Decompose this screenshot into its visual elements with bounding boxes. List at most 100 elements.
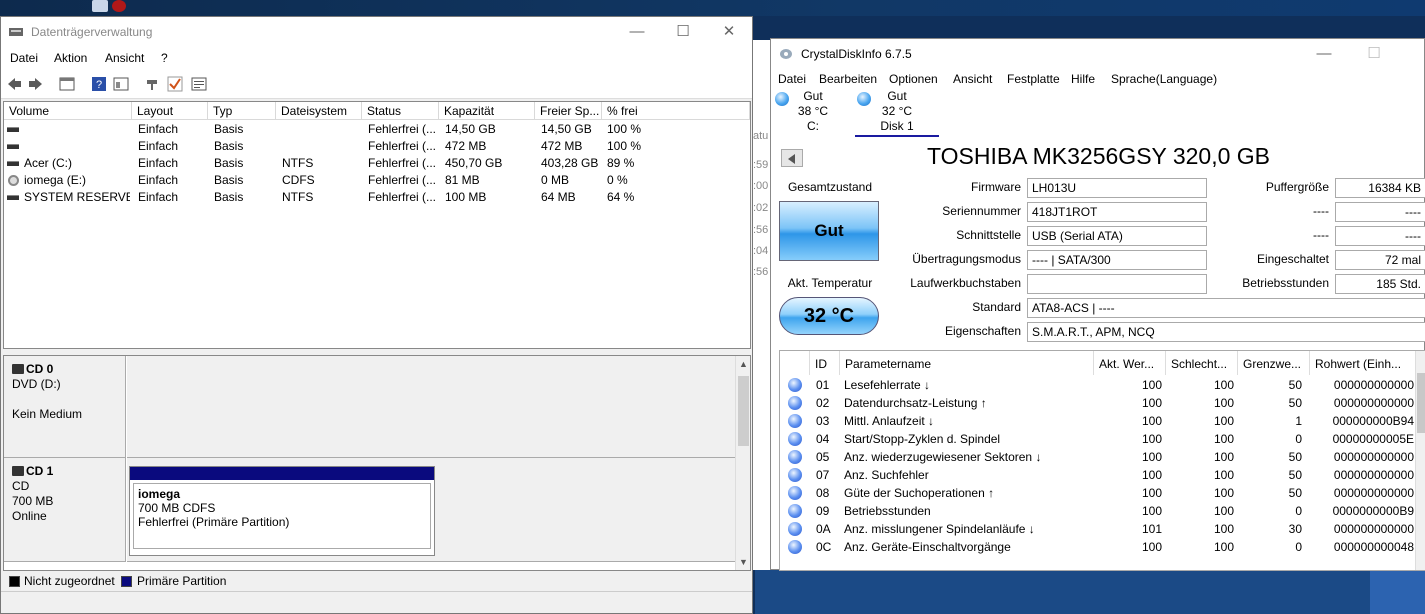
back-arrow-icon[interactable] bbox=[6, 76, 22, 92]
volume-cell-layout: Einfach bbox=[138, 190, 179, 204]
smart-header-id[interactable]: ID bbox=[810, 351, 840, 375]
volume-cell-frei: 64 MB bbox=[541, 190, 576, 204]
volume-cell-fs bbox=[282, 121, 362, 138]
previous-disk-arrow-icon[interactable] bbox=[781, 149, 803, 167]
smart-status-dot-icon bbox=[788, 540, 802, 554]
minimize-button[interactable]: — bbox=[1301, 39, 1347, 69]
scrollbar-thumb[interactable] bbox=[738, 376, 749, 446]
scroll-up-arrow-icon[interactable]: ▲ bbox=[736, 356, 751, 372]
volume-row[interactable]: Einfach Basis Fehlerfrei (... 14,50 GB 14,50… bbox=[4, 121, 750, 138]
smart-cell-akt: 100 bbox=[1141, 540, 1162, 554]
column-header-kapazitaet[interactable]: Kapazität bbox=[439, 102, 535, 120]
drive-icon bbox=[7, 161, 19, 166]
desktop-shortcut-icon[interactable] bbox=[92, 0, 108, 12]
details-icon[interactable] bbox=[191, 76, 207, 92]
maximize-button[interactable]: ☐ bbox=[1351, 39, 1397, 69]
column-header-prozent-frei[interactable]: % frei bbox=[602, 102, 750, 120]
partition-iomega[interactable]: iomega 700 MB CDFS Fehlerfrei (Primäre P… bbox=[129, 466, 435, 556]
smart-row[interactable]: 09 Betriebsstunden 100 100 0 0000000000B9 bbox=[780, 502, 1420, 520]
volume-row[interactable]: iomega (E:) Einfach Basis CDFS Fehlerfrei (.… bbox=[4, 172, 750, 189]
forward-arrow-icon[interactable] bbox=[28, 76, 44, 92]
title-bar[interactable]: Datenträgerverwaltung — ☐ ✕ bbox=[1, 17, 752, 47]
smart-header-worst[interactable]: Schlecht... bbox=[1166, 351, 1238, 375]
smart-cell-id: 08 bbox=[816, 486, 830, 500]
column-header-volume[interactable]: Volume bbox=[4, 102, 132, 120]
volume-cell-frei: 403,28 GB bbox=[541, 156, 599, 170]
title-bar[interactable]: CrystalDiskInfo 6.7.5 — ☐ bbox=[771, 39, 1424, 69]
column-header-status[interactable]: Status bbox=[362, 102, 439, 120]
smart-row[interactable]: 08 Güte der Suchoperationen ↑ 100 100 50 0000… bbox=[780, 484, 1420, 502]
volume-cell-layout: Einfach bbox=[138, 173, 179, 187]
scroll-down-arrow-icon[interactable]: ▼ bbox=[736, 554, 751, 570]
volume-row[interactable]: Einfach Basis Fehlerfrei (... 472 MB 472 MB 1… bbox=[4, 138, 750, 155]
scrollbar-thumb[interactable] bbox=[1417, 373, 1425, 433]
minimize-button[interactable]: — bbox=[614, 17, 660, 47]
volume-cell-layout: Einfach bbox=[138, 122, 179, 136]
column-header-freier-speicher[interactable]: Freier Sp... bbox=[535, 102, 602, 120]
smart-row[interactable]: 02 Datendurchsatz-Leistung ↑ 100 100 50 00000… bbox=[780, 394, 1420, 412]
disk-selector-c[interactable]: Gut 38 °C C: bbox=[771, 89, 855, 137]
smart-row[interactable]: 0C Anz. Geräte-Einschaltvorgänge 100 100 0 00… bbox=[780, 538, 1420, 556]
volume-cell-volume bbox=[24, 138, 130, 155]
connect-icon[interactable] bbox=[145, 76, 161, 92]
fragment-text: :56 bbox=[753, 224, 769, 236]
smart-row[interactable]: 05 Anz. wiederzugewiesener Sektoren ↓ 100 1… bbox=[780, 448, 1420, 466]
smart-cell-name: Anz. Geräte-Einschaltvorgänge bbox=[844, 540, 1011, 554]
health-status-badge[interactable]: Gut bbox=[779, 201, 879, 261]
smart-row[interactable]: 03 Mittl. Anlaufzeit ↓ 100 100 1 000000000B94 bbox=[780, 412, 1420, 430]
smart-cell-schlecht: 100 bbox=[1213, 450, 1234, 464]
volume-cell-frei: 472 MB bbox=[541, 139, 583, 153]
health-status-dot-icon bbox=[775, 92, 789, 106]
menu-ansicht[interactable]: Ansicht bbox=[105, 51, 144, 65]
temperature-label: Akt. Temperatur bbox=[787, 276, 873, 290]
field-label-eingeschaltet: Eingeschaltet bbox=[1256, 252, 1329, 266]
smart-cell-akt: 100 bbox=[1141, 504, 1162, 518]
help-icon[interactable]: ? bbox=[91, 76, 107, 92]
smart-cell-grenz: 50 bbox=[1288, 468, 1302, 482]
check-icon[interactable] bbox=[167, 76, 183, 92]
smart-header-threshold[interactable]: Grenzwe... bbox=[1238, 351, 1310, 375]
menu-optionen[interactable]: Optionen bbox=[889, 72, 938, 86]
properties-icon[interactable] bbox=[59, 76, 75, 92]
desktop-shortcut-red-icon[interactable] bbox=[112, 0, 126, 12]
column-header-typ[interactable]: Typ bbox=[208, 102, 276, 120]
smart-cell-akt: 101 bbox=[1141, 522, 1162, 536]
volume-list[interactable]: Volume Layout Typ Dateisystem Status Kap… bbox=[3, 101, 751, 349]
smart-row[interactable]: 01 Lesefehlerrate ↓ 100 100 50 000000000000 bbox=[780, 376, 1420, 394]
smart-cell-roh: 000000000000 bbox=[1333, 486, 1414, 500]
menu-aktion[interactable]: Aktion bbox=[54, 51, 87, 65]
disk-management-app-icon bbox=[9, 28, 23, 36]
disk-info-cd1[interactable]: CD 1 CD 700 MB Online bbox=[4, 458, 126, 562]
disk-info-cd0[interactable]: CD 0 DVD (D:) Kein Medium bbox=[4, 356, 126, 458]
menu-bearbeiten[interactable]: Bearbeiten bbox=[819, 72, 877, 86]
volume-row[interactable]: Acer (C:) Einfach Basis NTFS Fehlerfrei (...… bbox=[4, 155, 750, 172]
smart-header-current[interactable]: Akt. Wer... bbox=[1094, 351, 1166, 375]
maximize-button[interactable]: ☐ bbox=[660, 17, 706, 47]
menu-hilfe[interactable]: Hilfe bbox=[1071, 72, 1095, 86]
smart-row[interactable]: 04 Start/Stopp-Zyklen d. Spindel 100 100 0 00… bbox=[780, 430, 1420, 448]
menu-sprache[interactable]: Sprache(Language) bbox=[1111, 72, 1217, 86]
smart-cell-name: Mittl. Anlaufzeit ↓ bbox=[844, 414, 935, 428]
smart-header-name[interactable]: Parametername bbox=[840, 351, 1094, 375]
menu-festplatte[interactable]: Festplatte bbox=[1007, 72, 1060, 86]
smart-row[interactable]: 0A Anz. misslungener Spindelanläufe ↓ 101 1… bbox=[780, 520, 1420, 538]
menu-datei[interactable]: Datei bbox=[778, 72, 806, 86]
console-tree-icon[interactable] bbox=[113, 76, 129, 92]
menu-ansicht[interactable]: Ansicht bbox=[953, 72, 992, 86]
disk-selector-disk1[interactable]: Gut 32 °C Disk 1 bbox=[855, 89, 939, 137]
smart-cell-grenz: 1 bbox=[1295, 414, 1302, 428]
column-header-dateisystem[interactable]: Dateisystem bbox=[276, 102, 362, 120]
smart-cell-id: 0C bbox=[816, 540, 832, 554]
graphical-view-scrollbar[interactable]: ▲ ▼ bbox=[735, 356, 750, 570]
column-header-layout[interactable]: Layout bbox=[132, 102, 208, 120]
smart-attributes-table[interactable]: ID Parametername Akt. Wer... Schlecht...… bbox=[779, 350, 1425, 571]
smart-header-raw[interactable]: Rohwert (Einh... bbox=[1310, 351, 1420, 375]
smart-row[interactable]: 07 Anz. Suchfehler 100 100 50 000000000000 bbox=[780, 466, 1420, 484]
smart-cell-grenz: 50 bbox=[1288, 450, 1302, 464]
menu-datei[interactable]: Datei bbox=[10, 51, 38, 65]
menu-help[interactable]: ? bbox=[161, 51, 168, 65]
smart-table-scrollbar[interactable] bbox=[1415, 351, 1425, 570]
close-button[interactable]: ✕ bbox=[706, 17, 752, 47]
volume-row[interactable]: SYSTEM RESERVED Einfach Basis NTFS Fehlerfre… bbox=[4, 189, 750, 206]
temperature-badge[interactable]: 32 °C bbox=[779, 297, 879, 335]
